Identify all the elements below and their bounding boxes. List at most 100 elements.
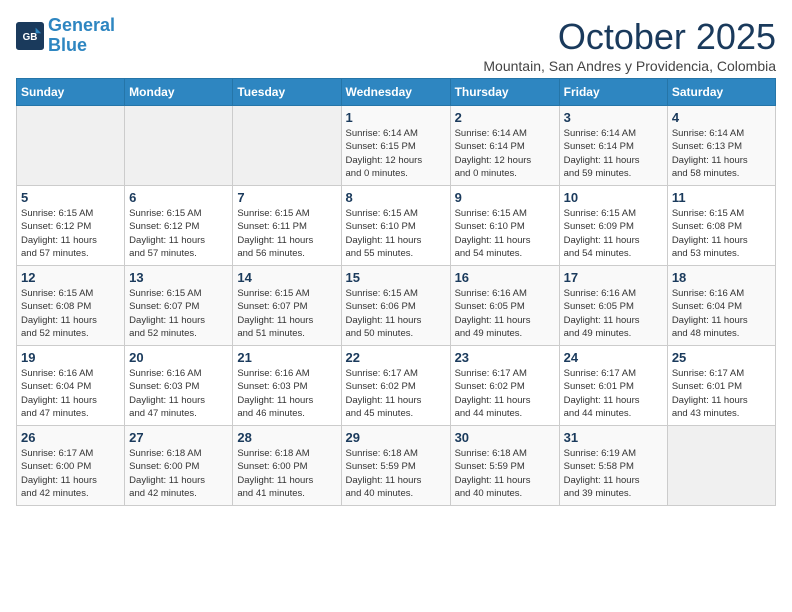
calendar-cell: 2Sunrise: 6:14 AM Sunset: 6:14 PM Daylig… bbox=[450, 106, 559, 186]
calendar-cell: 28 Sunrise: 6:18 AM Sunset: 6:00 PM Dayli… bbox=[233, 426, 341, 506]
column-header-saturday: Saturday bbox=[667, 79, 775, 106]
calendar-cell: 13 Sunrise: 6:15 AM Sunset: 6:07 PM Dayli… bbox=[125, 266, 233, 346]
calendar-cell: 15Sunrise: 6:15 AM Sunset: 6:06 PM Dayli… bbox=[341, 266, 450, 346]
day-info: Sunrise: 6:15 AM Sunset: 6:10 PM Dayligh… bbox=[455, 207, 555, 260]
calendar-cell: 24Sunrise: 6:17 AM Sunset: 6:01 PM Dayli… bbox=[559, 346, 667, 426]
calendar-cell: 29Sunrise: 6:18 AM Sunset: 5:59 PM Dayli… bbox=[341, 426, 450, 506]
calendar-cell: 7 Sunrise: 6:15 AM Sunset: 6:11 PM Daylig… bbox=[233, 186, 341, 266]
calendar-cell: 20Sunrise: 6:16 AM Sunset: 6:03 PM Dayli… bbox=[125, 346, 233, 426]
day-number: 21 bbox=[237, 350, 336, 365]
day-number: 20 bbox=[129, 350, 228, 365]
column-header-friday: Friday bbox=[559, 79, 667, 106]
calendar-cell: 25 Sunrise: 6:17 AM Sunset: 6:01 PM Dayli… bbox=[667, 346, 775, 426]
calendar-cell bbox=[233, 106, 341, 186]
logo-icon: GB bbox=[16, 22, 44, 50]
calendar-cell: 18 Sunrise: 6:16 AM Sunset: 6:04 PM Dayli… bbox=[667, 266, 775, 346]
week-row-2: 5 Sunrise: 6:15 AM Sunset: 6:12 PM Daylig… bbox=[17, 186, 776, 266]
week-row-5: 26Sunrise: 6:17 AM Sunset: 6:00 PM Dayli… bbox=[17, 426, 776, 506]
title-section: October 2025 Mountain, San Andres y Prov… bbox=[483, 16, 776, 74]
day-number: 23 bbox=[455, 350, 555, 365]
calendar-cell: 27Sunrise: 6:18 AM Sunset: 6:00 PM Dayli… bbox=[125, 426, 233, 506]
day-number: 14 bbox=[237, 270, 336, 285]
calendar-cell: 19Sunrise: 6:16 AM Sunset: 6:04 PM Dayli… bbox=[17, 346, 125, 426]
calendar-cell bbox=[125, 106, 233, 186]
day-number: 19 bbox=[21, 350, 120, 365]
column-header-monday: Monday bbox=[125, 79, 233, 106]
day-number: 5 bbox=[21, 190, 120, 205]
day-info: Sunrise: 6:15 AM Sunset: 6:12 PM Dayligh… bbox=[21, 207, 120, 260]
logo: GB General Blue bbox=[16, 16, 115, 56]
day-info: Sunrise: 6:16 AM Sunset: 6:04 PM Dayligh… bbox=[672, 287, 771, 340]
day-info: Sunrise: 6:15 AM Sunset: 6:09 PM Dayligh… bbox=[564, 207, 663, 260]
day-info: Sunrise: 6:15 AM Sunset: 6:10 PM Dayligh… bbox=[346, 207, 446, 260]
calendar-header-row: SundayMondayTuesdayWednesdayThursdayFrid… bbox=[17, 79, 776, 106]
day-number: 13 bbox=[129, 270, 228, 285]
day-number: 7 bbox=[237, 190, 336, 205]
calendar-cell: 4 Sunrise: 6:14 AM Sunset: 6:13 PM Daylig… bbox=[667, 106, 775, 186]
day-info: Sunrise: 6:16 AM Sunset: 6:05 PM Dayligh… bbox=[455, 287, 555, 340]
day-info: Sunrise: 6:17 AM Sunset: 6:01 PM Dayligh… bbox=[672, 367, 771, 420]
calendar-cell: 30 Sunrise: 6:18 AM Sunset: 5:59 PM Dayli… bbox=[450, 426, 559, 506]
day-info: Sunrise: 6:15 AM Sunset: 6:08 PM Dayligh… bbox=[672, 207, 771, 260]
calendar-cell: 8 Sunrise: 6:15 AM Sunset: 6:10 PM Daylig… bbox=[341, 186, 450, 266]
week-row-4: 19Sunrise: 6:16 AM Sunset: 6:04 PM Dayli… bbox=[17, 346, 776, 426]
day-number: 30 bbox=[455, 430, 555, 445]
logo-text: General Blue bbox=[48, 16, 115, 56]
day-number: 27 bbox=[129, 430, 228, 445]
svg-text:GB: GB bbox=[23, 32, 38, 43]
day-info: Sunrise: 6:15 AM Sunset: 6:11 PM Dayligh… bbox=[237, 207, 336, 260]
calendar-cell: 16Sunrise: 6:16 AM Sunset: 6:05 PM Dayli… bbox=[450, 266, 559, 346]
day-info: Sunrise: 6:19 AM Sunset: 5:58 PM Dayligh… bbox=[564, 447, 663, 500]
day-info: Sunrise: 6:17 AM Sunset: 6:02 PM Dayligh… bbox=[455, 367, 555, 420]
calendar-cell bbox=[17, 106, 125, 186]
calendar-table: SundayMondayTuesdayWednesdayThursdayFrid… bbox=[16, 78, 776, 506]
day-info: Sunrise: 6:16 AM Sunset: 6:05 PM Dayligh… bbox=[564, 287, 663, 340]
day-number: 28 bbox=[237, 430, 336, 445]
calendar-cell bbox=[667, 426, 775, 506]
day-info: Sunrise: 6:18 AM Sunset: 6:00 PM Dayligh… bbox=[237, 447, 336, 500]
day-info: Sunrise: 6:15 AM Sunset: 6:12 PM Dayligh… bbox=[129, 207, 228, 260]
day-number: 17 bbox=[564, 270, 663, 285]
day-info: Sunrise: 6:16 AM Sunset: 6:03 PM Dayligh… bbox=[237, 367, 336, 420]
calendar-cell: 22 Sunrise: 6:17 AM Sunset: 6:02 PM Dayli… bbox=[341, 346, 450, 426]
day-info: Sunrise: 6:17 AM Sunset: 6:00 PM Dayligh… bbox=[21, 447, 120, 500]
calendar-cell: 17 Sunrise: 6:16 AM Sunset: 6:05 PM Dayli… bbox=[559, 266, 667, 346]
calendar-cell: 12Sunrise: 6:15 AM Sunset: 6:08 PM Dayli… bbox=[17, 266, 125, 346]
day-number: 22 bbox=[346, 350, 446, 365]
day-info: Sunrise: 6:18 AM Sunset: 5:59 PM Dayligh… bbox=[455, 447, 555, 500]
month-title: October 2025 bbox=[483, 16, 776, 58]
day-number: 4 bbox=[672, 110, 771, 125]
day-info: Sunrise: 6:17 AM Sunset: 6:02 PM Dayligh… bbox=[346, 367, 446, 420]
day-number: 25 bbox=[672, 350, 771, 365]
calendar-cell: 14 Sunrise: 6:15 AM Sunset: 6:07 PM Dayli… bbox=[233, 266, 341, 346]
day-info: Sunrise: 6:15 AM Sunset: 6:07 PM Dayligh… bbox=[129, 287, 228, 340]
day-number: 9 bbox=[455, 190, 555, 205]
calendar-cell: 9 Sunrise: 6:15 AM Sunset: 6:10 PM Daylig… bbox=[450, 186, 559, 266]
day-number: 12 bbox=[21, 270, 120, 285]
calendar-cell: 11Sunrise: 6:15 AM Sunset: 6:08 PM Dayli… bbox=[667, 186, 775, 266]
calendar-cell: 26Sunrise: 6:17 AM Sunset: 6:00 PM Dayli… bbox=[17, 426, 125, 506]
week-row-3: 12Sunrise: 6:15 AM Sunset: 6:08 PM Dayli… bbox=[17, 266, 776, 346]
day-info: Sunrise: 6:18 AM Sunset: 5:59 PM Dayligh… bbox=[346, 447, 446, 500]
day-number: 31 bbox=[564, 430, 663, 445]
calendar-cell: 1Sunrise: 6:14 AM Sunset: 6:15 PM Daylig… bbox=[341, 106, 450, 186]
day-info: Sunrise: 6:14 AM Sunset: 6:13 PM Dayligh… bbox=[672, 127, 771, 180]
day-number: 10 bbox=[564, 190, 663, 205]
calendar-cell: 10 Sunrise: 6:15 AM Sunset: 6:09 PM Dayli… bbox=[559, 186, 667, 266]
day-info: Sunrise: 6:15 AM Sunset: 6:07 PM Dayligh… bbox=[237, 287, 336, 340]
calendar-cell: 21 Sunrise: 6:16 AM Sunset: 6:03 PM Dayli… bbox=[233, 346, 341, 426]
calendar-cell: 31 Sunrise: 6:19 AM Sunset: 5:58 PM Dayli… bbox=[559, 426, 667, 506]
location: Mountain, San Andres y Providencia, Colo… bbox=[483, 58, 776, 74]
day-info: Sunrise: 6:15 AM Sunset: 6:06 PM Dayligh… bbox=[346, 287, 446, 340]
calendar-cell: 23 Sunrise: 6:17 AM Sunset: 6:02 PM Dayli… bbox=[450, 346, 559, 426]
day-info: Sunrise: 6:14 AM Sunset: 6:15 PM Dayligh… bbox=[346, 127, 446, 180]
day-number: 18 bbox=[672, 270, 771, 285]
day-number: 3 bbox=[564, 110, 663, 125]
day-number: 6 bbox=[129, 190, 228, 205]
week-row-1: 1Sunrise: 6:14 AM Sunset: 6:15 PM Daylig… bbox=[17, 106, 776, 186]
calendar-cell: 6 Sunrise: 6:15 AM Sunset: 6:12 PM Daylig… bbox=[125, 186, 233, 266]
day-info: Sunrise: 6:17 AM Sunset: 6:01 PM Dayligh… bbox=[564, 367, 663, 420]
column-header-wednesday: Wednesday bbox=[341, 79, 450, 106]
day-info: Sunrise: 6:14 AM Sunset: 6:14 PM Dayligh… bbox=[455, 127, 555, 180]
day-number: 8 bbox=[346, 190, 446, 205]
